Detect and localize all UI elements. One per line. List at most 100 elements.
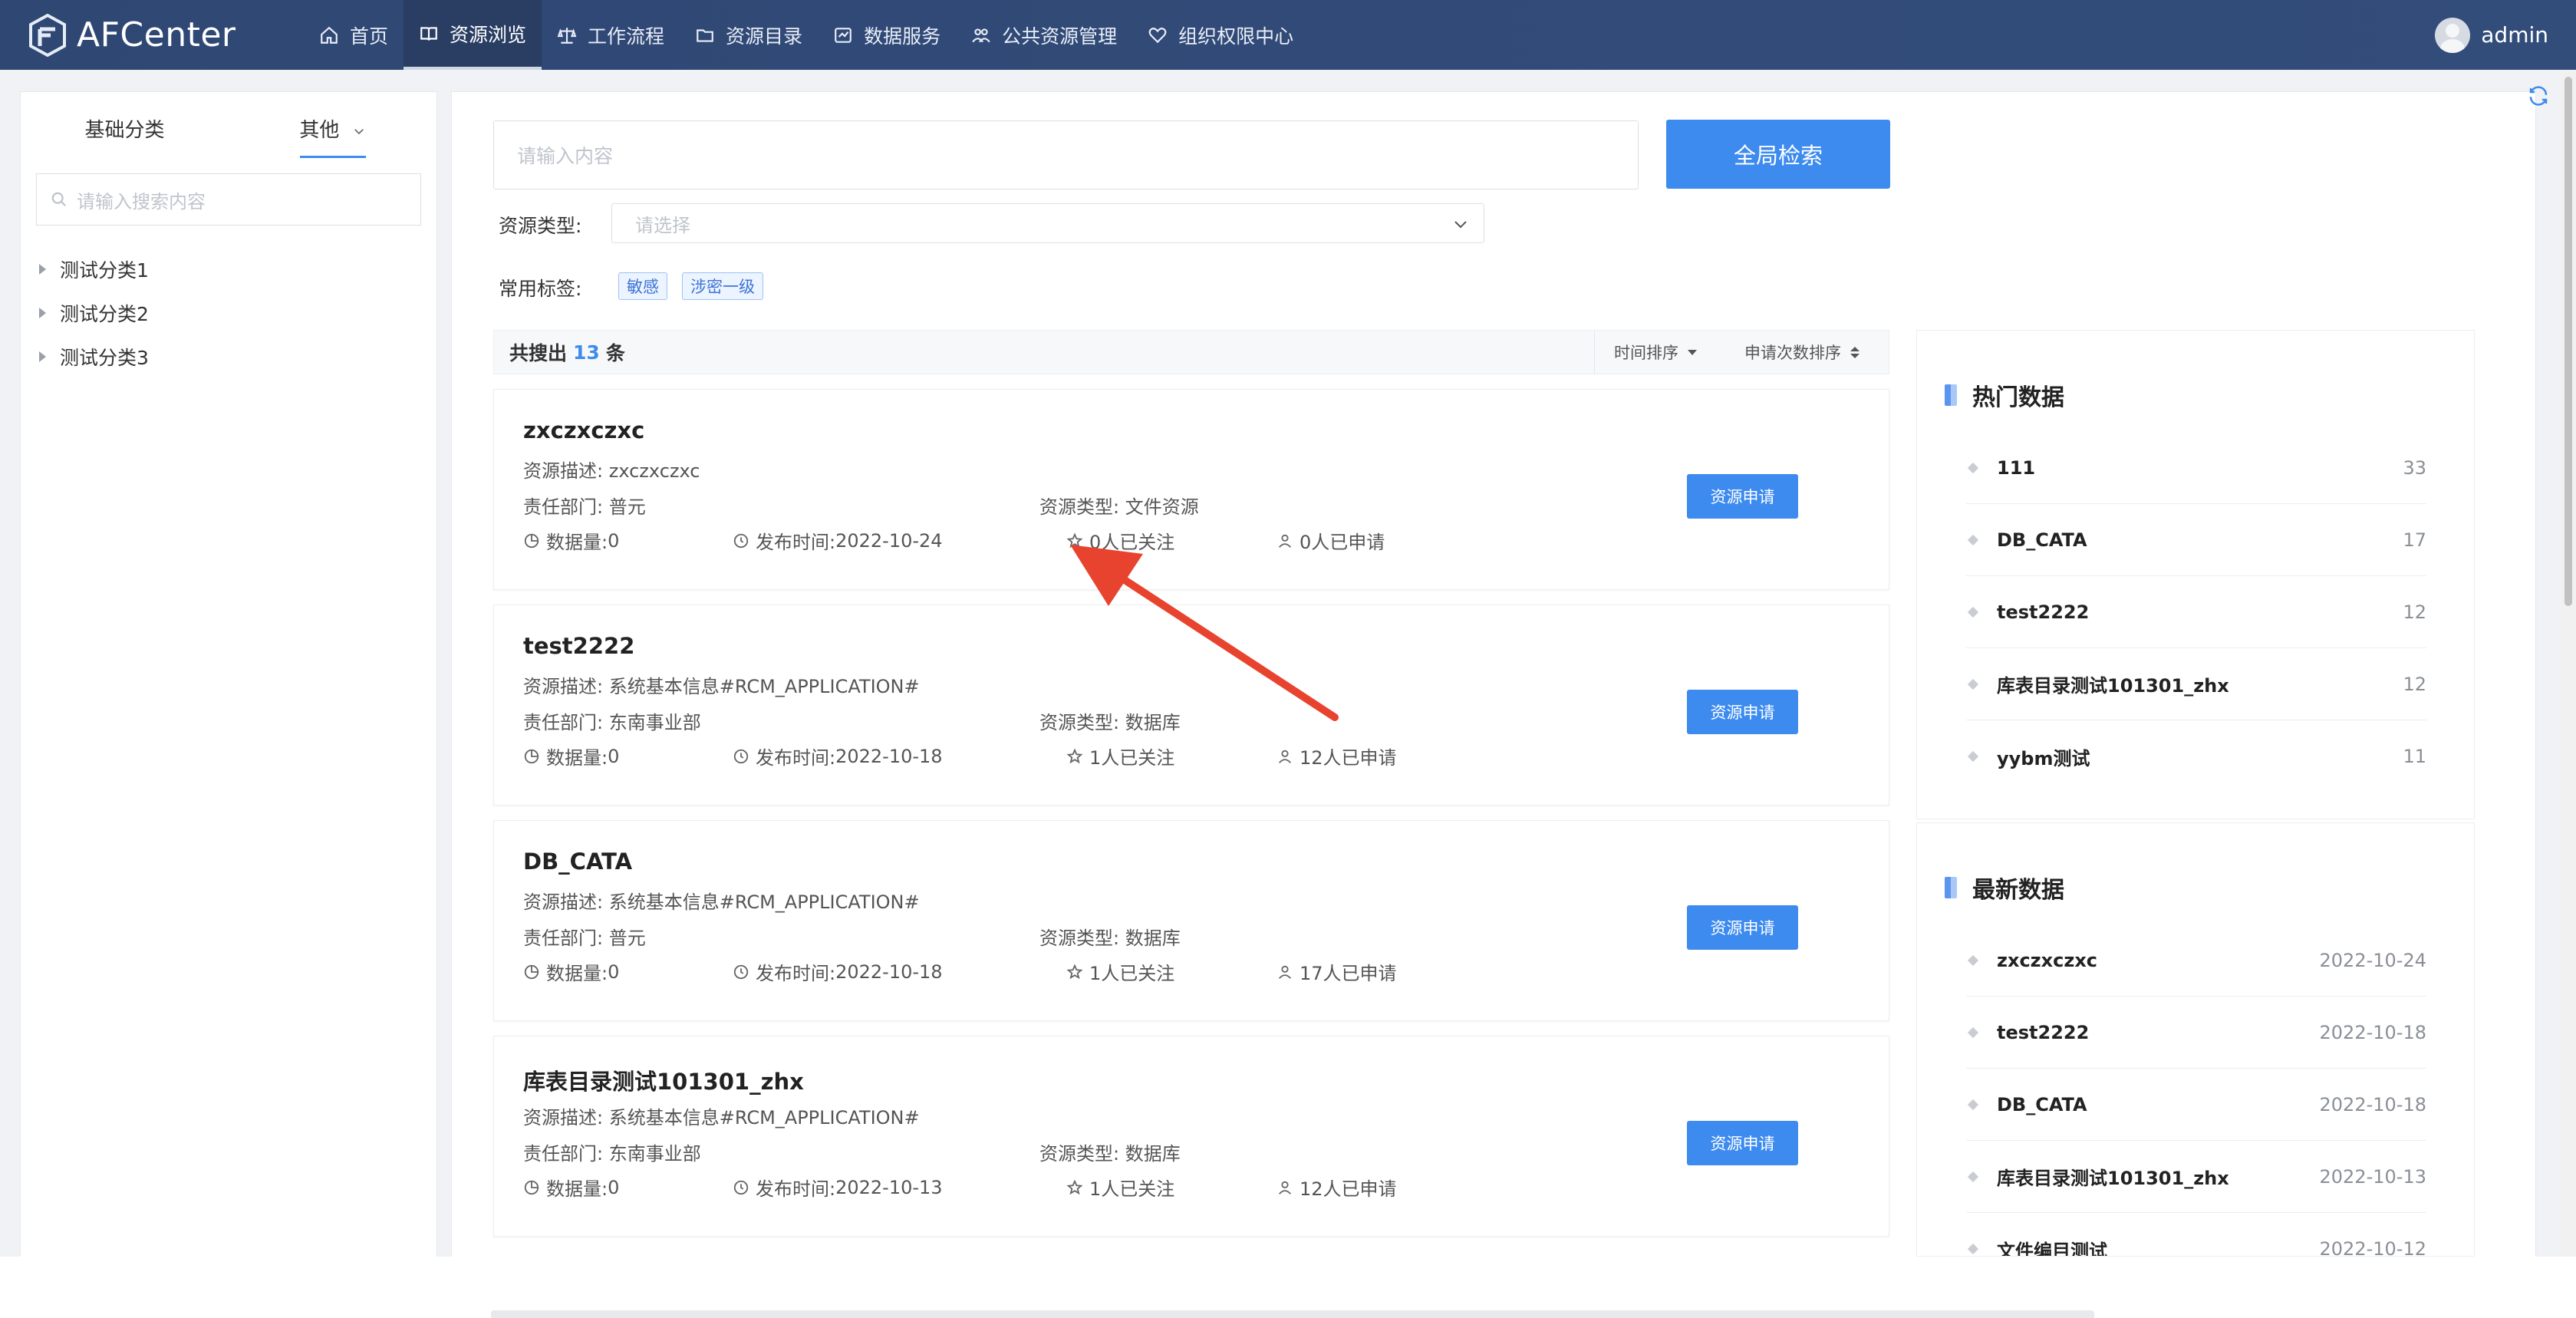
tag-sensitive[interactable]: 敏感 — [618, 272, 667, 300]
list-item[interactable]: DB_CATA 17 — [1966, 504, 2426, 576]
main-nav: 首页 资源浏览 工作流程 资源目录 数据服务 公共资源管理 组织权限中心 — [304, 0, 1309, 70]
resource-card[interactable]: test2222 资源描述: 系统基本信息#RCM_APPLICATION# 责… — [493, 605, 1889, 806]
sidebar-search-input[interactable]: 请输入搜索内容 — [36, 173, 421, 226]
resource-type-label: 资源类型: — [499, 215, 582, 237]
tree-item[interactable]: 测试分类1 — [21, 247, 436, 291]
card-type: 资源类型: 数据库 — [1039, 1143, 1181, 1165]
scale-icon — [557, 27, 577, 44]
chevron-down-icon — [1454, 221, 1467, 229]
sort-updown-icon — [1850, 346, 1860, 358]
resource-card[interactable]: DB_CATA 资源描述: 系统基本信息#RCM_APPLICATION# 责任… — [493, 820, 1889, 1021]
tree-item-label: 测试分类3 — [60, 346, 149, 369]
sort-down-icon — [1688, 349, 1697, 355]
list-item[interactable]: zxczxczxc 2022-10-24 — [1966, 924, 2426, 997]
diamond-icon — [1967, 1171, 1979, 1182]
nav-item-home[interactable]: 首页 — [304, 0, 404, 70]
list-item[interactable]: 111 33 — [1966, 432, 2426, 504]
resource-apply-button[interactable]: 资源申请 — [1687, 690, 1798, 734]
top-navigation-bar: AFCenter 首页 资源浏览 工作流程 资源目录 数据服务 公共资源管理 组… — [0, 0, 2576, 70]
card-title[interactable]: DB_CATA — [523, 848, 632, 875]
clock-icon — [733, 1180, 749, 1194]
resource-apply-button[interactable]: 资源申请 — [1687, 1121, 1798, 1165]
resource-apply-button[interactable]: 资源申请 — [1687, 905, 1798, 950]
pie-icon — [524, 533, 539, 548]
sort-label: 申请次数排序 — [1744, 344, 1841, 362]
star-icon — [1066, 747, 1083, 763]
refresh-icon[interactable] — [2527, 84, 2550, 107]
latest-data-panel: 最新数据 zxczxczxc 2022-10-24 test2222 2022-10… — [1916, 822, 2475, 1257]
tree-item[interactable]: 测试分类3 — [21, 334, 436, 378]
hot-data-panel: 热门数据 111 33 DB_CATA 17 test2222 12 库表目录测试10… — [1916, 330, 2475, 819]
list-item[interactable]: 库表目录测试101301_zhx 2022-10-13 — [1966, 1141, 2426, 1213]
nav-item-resource-catalog[interactable]: 资源目录 — [680, 0, 818, 70]
card-type: 资源类型: 数据库 — [1039, 928, 1181, 949]
card-dept: 责任部门: 东南事业部 — [523, 1143, 701, 1165]
resource-card[interactable]: zxczxczxc 资源描述: zxczxczxc 责任部门: 普元 资源类型:… — [493, 389, 1889, 590]
common-tags-label: 常用标签: — [499, 278, 582, 300]
sidebar-tabs: 基础分类 其他 — [21, 92, 436, 169]
tab-basic-category[interactable]: 基础分类 — [21, 92, 229, 169]
star-icon — [1066, 532, 1083, 548]
diamond-icon — [1967, 1243, 1979, 1255]
select-placeholder: 请选择 — [635, 214, 690, 236]
search-placeholder: 请输入内容 — [517, 145, 614, 167]
card-apply-count: 0人已申请 — [1276, 527, 1385, 554]
resource-apply-button[interactable]: 资源申请 — [1687, 474, 1798, 519]
caret-right-icon[interactable] — [39, 263, 46, 275]
global-search-input[interactable]: 请输入内容 — [493, 120, 1639, 189]
list-item[interactable]: DB_CATA 2022-10-18 — [1966, 1069, 2426, 1141]
card-follow-count[interactable]: 1人已关注 — [1066, 743, 1174, 769]
title-bar-icon — [1945, 384, 1957, 406]
card-follow-count[interactable]: 1人已关注 — [1066, 958, 1174, 985]
global-search-button[interactable]: 全局检索 — [1666, 120, 1890, 189]
user-icon — [1278, 750, 1292, 763]
tab-other[interactable]: 其他 — [229, 92, 436, 169]
card-volume: 数据量: 0 — [523, 1174, 619, 1201]
card-publish-time: 发布时间: 2022-10-24 — [733, 527, 943, 554]
divider — [1594, 331, 1595, 374]
card-apply-count: 12人已申请 — [1276, 743, 1397, 769]
card-apply-count: 17人已申请 — [1276, 958, 1397, 985]
tree-item-label: 测试分类1 — [60, 259, 149, 282]
category-tree: 测试分类1 测试分类2 测试分类3 — [21, 247, 436, 378]
app-logo[interactable]: AFCenter — [28, 13, 304, 57]
nav-label: 资源目录 — [726, 25, 803, 48]
card-title[interactable]: test2222 — [523, 633, 634, 659]
nav-item-org-permission[interactable]: 组织权限中心 — [1132, 0, 1309, 70]
nav-item-public-resource[interactable]: 公共资源管理 — [956, 0, 1132, 70]
card-type: 资源类型: 文件资源 — [1039, 496, 1199, 518]
card-publish-time: 发布时间: 2022-10-18 — [733, 958, 943, 985]
card-follow-count[interactable]: 0人已关注 — [1066, 527, 1174, 554]
list-item[interactable]: 文件编目测试 2022-10-12 — [1966, 1213, 2426, 1256]
card-desc: 资源描述: 系统基本信息#RCM_APPLICATION# — [523, 1107, 920, 1129]
caret-right-icon[interactable] — [39, 351, 46, 362]
sort-by-apply-count[interactable]: 申请次数排序 — [1744, 331, 1860, 374]
diamond-icon — [1967, 750, 1979, 763]
avatar — [2435, 17, 2471, 53]
latest-data-list: zxczxczxc 2022-10-24 test2222 2022-10-18 D… — [1966, 924, 2426, 1256]
diamond-icon — [1967, 678, 1979, 690]
list-item[interactable]: test2222 12 — [1966, 576, 2426, 648]
tree-item[interactable]: 测试分类2 — [21, 291, 436, 334]
sort-by-time[interactable]: 时间排序 — [1614, 331, 1697, 374]
resource-type-select[interactable]: 请选择 — [611, 203, 1484, 243]
pie-icon — [524, 964, 539, 979]
tag-confidential-level-1[interactable]: 涉密一级 — [682, 272, 763, 300]
card-title[interactable]: zxczxczxc — [523, 417, 644, 443]
caret-right-icon[interactable] — [39, 307, 46, 318]
nav-item-data-service[interactable]: 数据服务 — [818, 0, 956, 70]
resource-card[interactable]: 库表目录测试101301_zhx 资源描述: 系统基本信息#RCM_APPLIC… — [493, 1036, 1889, 1237]
star-icon — [1066, 1178, 1083, 1194]
scrollbar-thumb[interactable] — [2564, 77, 2572, 606]
user-menu[interactable]: admin — [2435, 17, 2548, 53]
list-item[interactable]: yybm测试 11 — [1966, 720, 2426, 792]
list-item[interactable]: test2222 2022-10-18 — [1966, 997, 2426, 1069]
nav-item-resource-browse[interactable]: 资源浏览 — [404, 0, 542, 70]
list-item[interactable]: 库表目录测试101301_zhx 12 — [1966, 648, 2426, 720]
card-title[interactable]: 库表目录测试101301_zhx — [523, 1064, 804, 1096]
card-follow-count[interactable]: 1人已关注 — [1066, 1174, 1174, 1201]
hot-data-list: 111 33 DB_CATA 17 test2222 12 库表目录测试101301_… — [1966, 432, 2426, 792]
search-icon — [51, 192, 67, 207]
nav-item-workflow[interactable]: 工作流程 — [542, 0, 680, 70]
card-apply-count: 12人已申请 — [1276, 1174, 1397, 1201]
